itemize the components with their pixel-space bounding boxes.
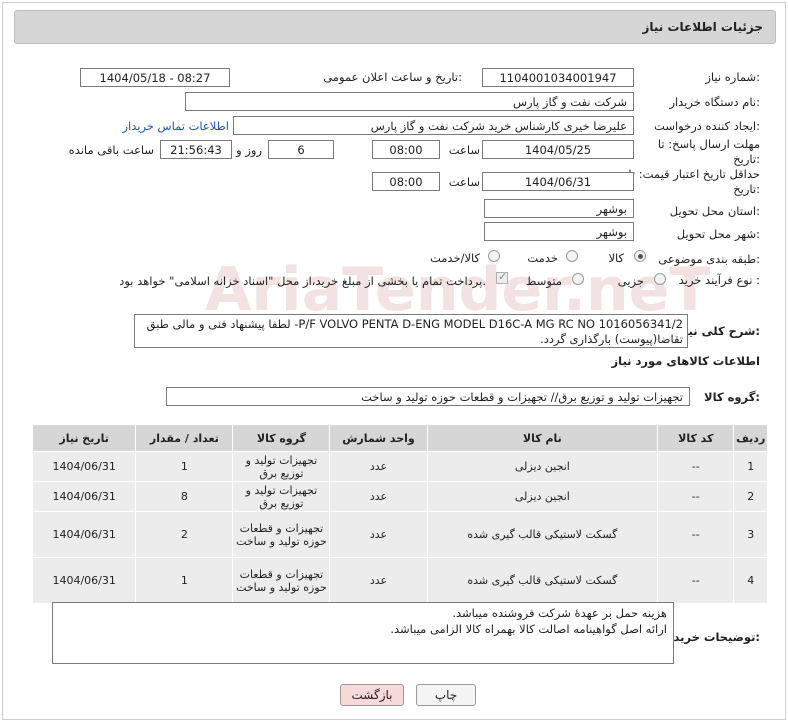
col-code-header: کد کالا	[657, 424, 735, 452]
price-validity-date-field: 1404/06/31	[482, 172, 634, 191]
col-row-header: ردیف	[733, 424, 768, 452]
buyer-notes-line-2: ارائه اصل گواهینامه اصالت کالا بهمراه کا…	[390, 622, 667, 636]
cell-name: انجین دیزلی	[426, 451, 659, 482]
print-button[interactable]: چاپ	[416, 684, 476, 706]
announce-datetime-field: 1404/05/18 - 08:27	[80, 68, 230, 87]
cell-code: --	[657, 511, 735, 558]
header-bar: جزئیات اطلاعات نیاز	[14, 10, 776, 44]
cell-group: تجهیزات تولید و توزیع برق	[232, 451, 331, 482]
buyer-notes-label: توضیحات خریدار:	[662, 630, 760, 644]
need-number-field: 1104001034001947	[482, 68, 634, 87]
remaining-time-field: 21:56:43	[160, 140, 232, 159]
remaining-time-label: ساعت باقی مانده	[68, 143, 154, 157]
goods-table: ردیف کد کالا نام کالا واحد شمارش گروه کا…	[31, 424, 768, 604]
delivery-province-field: بوشهر	[484, 199, 634, 218]
cell-date: 1404/06/31	[31, 451, 137, 482]
cell-code: --	[657, 557, 735, 604]
goods-group-field: تجهیزات تولید و توزیع برق// تجهیزات و قط…	[166, 387, 690, 406]
price-validity-time-field: 08:00	[372, 172, 440, 191]
process-minor-label: جزیی	[617, 274, 644, 288]
buyer-contact-link[interactable]: اطلاعات تماس خریدار	[122, 119, 229, 133]
table-row: 1 -- انجین دیزلی عدد تجهیزات تولید و توز…	[31, 451, 768, 482]
cell-group: تجهیزات تولید و توزیع برق	[232, 481, 331, 512]
category-service-radio[interactable]	[566, 250, 578, 262]
buyer-org-field: شرکت نفت و گاز پارس	[185, 92, 634, 111]
category-goods-service-radio[interactable]	[488, 250, 500, 262]
reply-date-field: 1404/05/25	[482, 140, 634, 159]
cell-row: 1	[733, 451, 768, 482]
delivery-city-field: بوشهر	[484, 222, 634, 241]
cell-qty: 1	[135, 451, 234, 482]
cell-row: 3	[733, 511, 768, 558]
category-goods-label: کالا	[608, 251, 624, 265]
cell-unit: عدد	[329, 511, 428, 558]
reply-days-field: 6	[268, 140, 334, 159]
reply-days-label: روز و	[236, 143, 262, 157]
category-label: طبقه بندی موضوعی:	[658, 252, 760, 266]
buyer-org-label: نام دستگاه خریدار:	[669, 95, 760, 109]
process-medium-radio[interactable]	[572, 273, 584, 285]
col-unit-header: واحد شمارش	[329, 424, 428, 452]
description-label: شرح کلی نیاز:	[677, 324, 760, 338]
cell-unit: عدد	[329, 557, 428, 604]
cell-date: 1404/06/31	[31, 557, 137, 604]
need-number-label: شماره نیاز:	[705, 70, 760, 84]
page-title: جزئیات اطلاعات نیاز	[642, 20, 763, 34]
category-service-label: خدمت	[527, 251, 558, 265]
description-field: P/F VOLVO PENTA D-ENG MODEL D16C-A MG RC…	[134, 314, 688, 348]
description-line-2: تقاضا(پیوست) بارگذاری گردد.	[540, 332, 683, 346]
goods-info-title: اطلاعات کالاهای مورد نیاز	[611, 354, 760, 368]
cell-name: انجین دیزلی	[426, 481, 659, 512]
back-button[interactable]: بازگشت	[340, 684, 404, 706]
delivery-province-label: استان محل تحویل:	[669, 204, 760, 218]
cell-group: تجهیزات و قطعات حوزه تولید و ساخت	[232, 511, 331, 558]
cell-qty: 2	[135, 511, 234, 558]
cell-unit: عدد	[329, 481, 428, 512]
cell-code: --	[657, 481, 735, 512]
cell-qty: 8	[135, 481, 234, 512]
col-group-header: گروه کالا	[232, 424, 331, 452]
cell-unit: عدد	[329, 451, 428, 482]
cell-code: --	[657, 451, 735, 482]
cell-name: گسکت لاستیکی قالب گیری شده	[426, 511, 659, 558]
table-row: 2 -- انجین دیزلی عدد تجهیزات تولید و توز…	[31, 481, 768, 512]
table-header-row: ردیف کد کالا نام کالا واحد شمارش گروه کا…	[31, 424, 768, 452]
cell-date: 1404/06/31	[31, 481, 137, 512]
requester-field: علیرضا خیری کارشناس خرید شرکت نفت و گاز …	[233, 116, 634, 135]
col-date-header: تاریخ نیاز	[31, 424, 137, 452]
col-qty-header: تعداد / مقدار	[135, 424, 234, 452]
table-row: 3 -- گسکت لاستیکی قالب گیری شده عدد تجهی…	[31, 511, 768, 558]
price-validity-time-label: ساعت	[448, 175, 480, 189]
process-label: نوع فرآیند خرید :	[678, 273, 760, 287]
delivery-city-label: شهر محل تحویل:	[676, 227, 760, 241]
treasury-checkbox[interactable]	[496, 270, 508, 284]
cell-group: تجهیزات و قطعات حوزه تولید و ساخت	[232, 557, 331, 604]
process-medium-label: متوسط	[525, 274, 562, 288]
cell-name: گسکت لاستیکی قالب گیری شده	[426, 557, 659, 604]
process-minor-radio[interactable]	[654, 273, 666, 285]
announce-datetime-label: تاریخ و ساعت اعلان عمومی:	[323, 70, 462, 84]
category-goods-radio[interactable]	[634, 250, 646, 262]
buyer-notes-line-1: هزینه حمل بر عهدهٔ شرکت فروشنده میباشد.	[452, 606, 667, 620]
price-validity-label: حداقل تاریخ اعتبار قیمت: تا تاریخ:	[628, 167, 760, 196]
reply-deadline-label: مهلت ارسال پاسخ: تا تاریخ:	[657, 137, 760, 166]
buyer-notes-field: هزینه حمل بر عهدهٔ شرکت فروشنده میباشد. …	[52, 602, 674, 664]
cell-date: 1404/06/31	[31, 511, 137, 558]
col-name-header: نام کالا	[426, 424, 659, 452]
cell-qty: 1	[135, 557, 234, 604]
category-goods-service-label: کالا/خدمت	[429, 251, 480, 265]
reply-time-field: 08:00	[372, 140, 440, 159]
requester-label: ایجاد کننده درخواست:	[654, 119, 760, 133]
treasury-note: پرداخت تمام یا بخشی از مبلغ خرید،از محل …	[119, 274, 486, 288]
description-line-1: P/F VOLVO PENTA D-ENG MODEL D16C-A MG RC…	[146, 317, 683, 331]
cell-row: 4	[733, 557, 768, 604]
table-row: 4 -- گسکت لاستیکی قالب گیری شده عدد تجهی…	[31, 557, 768, 604]
reply-time-label: ساعت	[448, 143, 480, 157]
goods-group-label: گروه کالا:	[704, 390, 760, 404]
cell-row: 2	[733, 481, 768, 512]
